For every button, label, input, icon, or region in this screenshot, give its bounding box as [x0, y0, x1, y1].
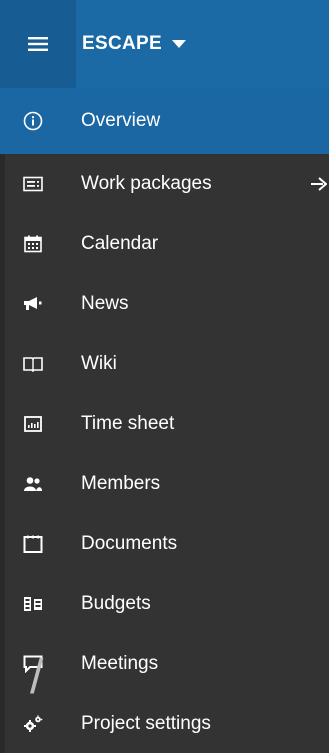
arrow-right-icon[interactable]	[309, 173, 329, 195]
time-sheet-icon	[22, 413, 44, 435]
project-menu: Overview Work packages Calendar News Wik…	[0, 88, 329, 754]
menu-item-documents[interactable]: Documents	[0, 514, 329, 574]
project-sidebar: ESCAPE Overview Work packages Calendar N…	[0, 0, 329, 753]
menu-item-label: Time sheet	[81, 413, 175, 434]
megaphone-icon	[22, 293, 44, 315]
menu-item-project-settings[interactable]: Project settings	[0, 694, 329, 754]
menu-item-label: Wiki	[81, 353, 117, 374]
calendar-icon	[22, 233, 44, 255]
menu-item-label: Calendar	[81, 233, 159, 254]
menu-item-wiki[interactable]: Wiki	[0, 334, 329, 394]
book-icon	[22, 353, 44, 375]
background-fragment-text: /	[30, 651, 44, 704]
project-selector[interactable]: ESCAPE	[76, 0, 329, 88]
menu-item-budgets[interactable]: Budgets	[0, 574, 329, 634]
menu-item-meetings[interactable]: Meetings	[0, 634, 329, 694]
menu-item-label: Documents	[81, 533, 178, 554]
menu-item-label: Members	[81, 473, 161, 494]
menu-item-label: Project settings	[81, 713, 211, 734]
documents-icon	[22, 533, 44, 555]
menu-item-label: Budgets	[81, 593, 151, 614]
work-packages-icon	[22, 173, 44, 195]
budgets-icon	[22, 593, 44, 615]
menu-item-overview[interactable]: Overview	[0, 88, 329, 154]
menu-item-news[interactable]: News	[0, 274, 329, 334]
gears-icon	[22, 713, 44, 735]
menu-item-label: Overview	[81, 110, 161, 131]
members-icon	[22, 473, 44, 495]
menu-item-label: News	[81, 293, 129, 314]
menu-item-calendar[interactable]: Calendar	[0, 214, 329, 274]
sidebar-header: ESCAPE	[0, 0, 329, 88]
hamburger-icon	[28, 37, 48, 51]
caret-down-icon	[171, 35, 186, 53]
project-name: ESCAPE	[82, 33, 162, 54]
menu-item-time-sheet[interactable]: Time sheet	[0, 394, 329, 454]
menu-item-members[interactable]: Members	[0, 454, 329, 514]
info-icon	[22, 110, 44, 132]
main-menu-toggle[interactable]	[0, 0, 76, 88]
menu-item-label: Work packages	[81, 173, 212, 194]
menu-item-work-packages[interactable]: Work packages	[0, 154, 329, 214]
menu-item-label: Meetings	[81, 653, 159, 674]
